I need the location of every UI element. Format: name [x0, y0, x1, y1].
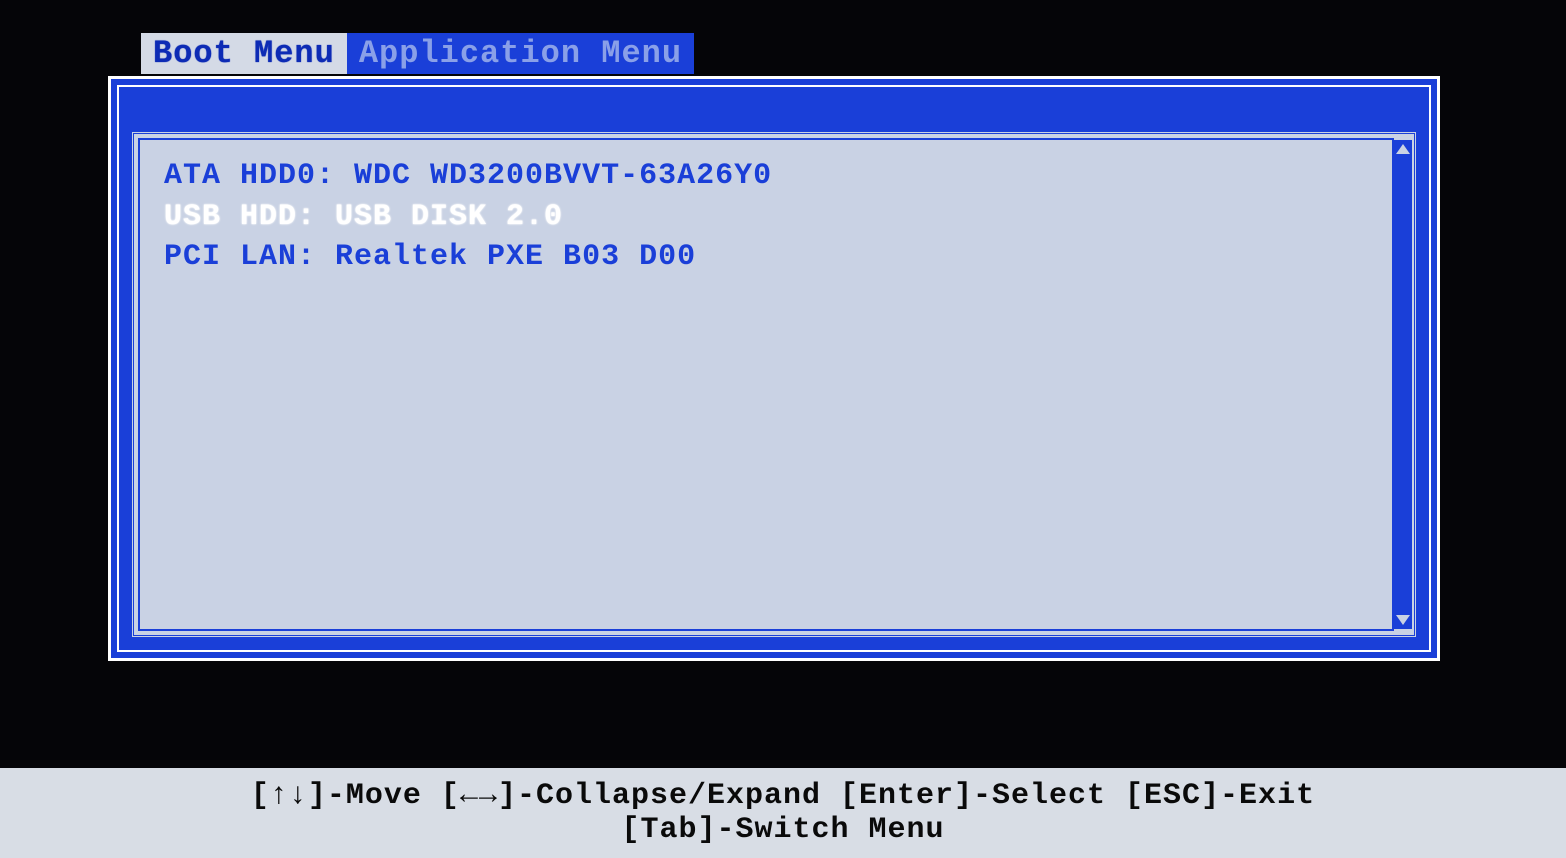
help-line-2: [Tab]-Switch Menu: [621, 813, 944, 847]
boot-item-ata-hdd0[interactable]: ATA HDD0: WDC WD3200BVVT-63A26Y0: [164, 156, 1384, 197]
tab-boot-menu[interactable]: Boot Menu: [141, 33, 347, 74]
scroll-up-icon[interactable]: [1396, 144, 1410, 154]
scroll-down-icon[interactable]: [1396, 615, 1410, 625]
boot-device-panel: ATA HDD0: WDC WD3200BVVT-63A26Y0 USB HDD…: [131, 131, 1417, 638]
help-line-1: [↑↓]-Move [←→]-Collapse/Expand [Enter]-S…: [251, 779, 1315, 813]
inner-frame: ATA HDD0: WDC WD3200BVVT-63A26Y0 USB HDD…: [117, 85, 1431, 652]
boot-item-usb-hdd[interactable]: USB HDD: USB DISK 2.0: [164, 197, 1384, 238]
tab-bar: Boot Menu Application Menu: [141, 33, 694, 74]
boot-device-list: ATA HDD0: WDC WD3200BVVT-63A26Y0 USB HDD…: [164, 148, 1384, 286]
help-footer: [↑↓]-Move [←→]-Collapse/Expand [Enter]-S…: [0, 768, 1566, 858]
tab-application-menu[interactable]: Application Menu: [347, 33, 694, 74]
bios-boot-window: Boot Menu Application Menu ATA HDD0: WDC…: [108, 76, 1440, 661]
boot-item-pci-lan[interactable]: PCI LAN: Realtek PXE B03 D00: [164, 237, 1384, 278]
scrollbar[interactable]: [1394, 140, 1412, 629]
